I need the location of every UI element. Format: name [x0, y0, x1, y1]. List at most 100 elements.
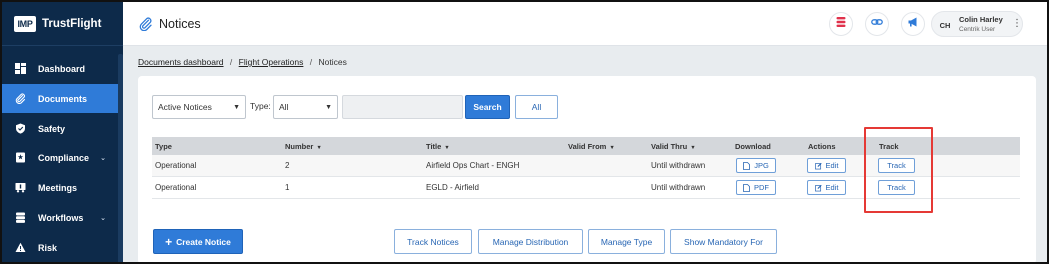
column-header-valid-thru[interactable]: Valid Thru ▼	[651, 142, 696, 151]
column-header-label: Valid From	[568, 142, 607, 151]
cell-number: 2	[285, 161, 290, 170]
search-button[interactable]: Search	[465, 95, 510, 119]
edit-icon	[814, 184, 822, 191]
download-button[interactable]: PDF	[736, 180, 776, 195]
all-button[interactable]: All	[515, 95, 558, 119]
download-button-label: JPG	[754, 161, 769, 170]
sidebar-item-label: Documents	[38, 93, 88, 104]
sidebar-item-risk[interactable]: Risk	[2, 233, 118, 262]
breadcrumb-separator: /	[309, 57, 313, 67]
sidebar-item-label: Dashboard	[38, 63, 86, 74]
sidebar-scrollbar[interactable]	[118, 54, 123, 262]
stack-icon	[835, 15, 847, 33]
compliance-icon	[15, 152, 26, 163]
breadcrumb-separator: /	[229, 57, 233, 67]
sidebar-item-workflows[interactable]: Workflows ⌄	[2, 203, 118, 232]
edit-button[interactable]: Edit	[807, 180, 846, 195]
cell-type: Operational	[155, 161, 197, 170]
sidebar-item-documents[interactable]: Documents	[2, 84, 118, 113]
caret-down-icon: ▼	[325, 104, 332, 111]
sort-icon: ▼	[690, 145, 696, 151]
stack-button[interactable]	[829, 12, 853, 36]
edit-button-label: Edit	[825, 161, 839, 170]
sidebar-item-safety[interactable]: Safety	[2, 114, 118, 143]
show-mandatory-for-button[interactable]: Show Mandatory For	[670, 229, 777, 254]
chevron-down-icon[interactable]: ⌄	[100, 154, 106, 162]
avatar: CH	[939, 20, 951, 30]
sort-icon: ▼	[609, 145, 615, 151]
breadcrumb-link-flight-operations[interactable]: Flight Operations	[239, 57, 304, 67]
column-header-label: Number	[285, 142, 314, 151]
cell-type: Operational	[155, 183, 197, 192]
edit-button-label: Edit	[825, 183, 839, 192]
type-select-value: All	[279, 102, 289, 112]
sidebar-item-meetings[interactable]: Meetings	[2, 173, 118, 202]
edit-button[interactable]: Edit	[807, 158, 846, 173]
user-role: Centrik User	[959, 26, 996, 33]
link-icon	[871, 15, 883, 33]
sidebar-item-label: Workflows	[38, 212, 84, 223]
sidebar-item-label: Safety	[38, 123, 66, 134]
column-header-actions: Actions	[808, 142, 836, 151]
paperclip-icon	[139, 17, 153, 32]
column-header-valid-from[interactable]: Valid From ▼	[568, 142, 615, 151]
chevron-down-icon[interactable]: ⌄	[100, 214, 106, 222]
sidebar: IMP TrustFlight Dashboard Documents Safe…	[2, 2, 123, 262]
create-notice-label: Create Notice	[176, 236, 231, 247]
user-menu[interactable]: CH Colin Harley Centrik User ⋮	[931, 11, 1023, 37]
link-button[interactable]	[865, 12, 889, 36]
sidebar-item-label: Meetings	[38, 182, 78, 193]
download-button[interactable]: JPG	[736, 158, 776, 173]
create-notice-button[interactable]: + Create Notice	[153, 229, 243, 254]
type-select[interactable]: All ▼	[273, 95, 338, 119]
track-column-highlight	[864, 127, 933, 213]
dashboard-icon	[15, 63, 26, 74]
breadcrumb: Documents dashboard / Flight Operations …	[138, 57, 347, 67]
announcements-button[interactable]	[901, 12, 925, 36]
caret-down-icon: ▼	[233, 104, 240, 111]
column-header-download: Download	[735, 142, 771, 151]
edit-icon	[814, 162, 822, 169]
shield-icon	[15, 123, 26, 134]
paperclip-icon	[15, 93, 26, 104]
column-header-title[interactable]: Title ▼	[426, 142, 450, 151]
manage-type-button[interactable]: Manage Type	[588, 229, 665, 254]
breadcrumb-link-documents-dashboard[interactable]: Documents dashboard	[138, 57, 224, 67]
type-label: Type:	[250, 101, 271, 111]
workflows-icon	[15, 212, 26, 223]
cell-number: 1	[285, 183, 290, 192]
search-input[interactable]	[342, 95, 463, 119]
file-icon	[743, 183, 750, 192]
brand-logo: IMP	[14, 15, 36, 32]
breadcrumb-current: Notices	[318, 57, 347, 67]
sidebar-item-dashboard[interactable]: Dashboard	[2, 54, 118, 83]
cell-valid-thru: Until withdrawn	[651, 161, 706, 170]
warning-icon	[15, 242, 26, 253]
sort-icon: ▼	[316, 145, 322, 151]
brand-name: TrustFlight	[42, 17, 102, 30]
meetings-icon	[15, 182, 26, 193]
column-header-label: Title	[426, 142, 442, 151]
file-icon	[743, 161, 751, 170]
sidebar-item-compliance[interactable]: Compliance ⌄	[2, 143, 118, 172]
column-header-number[interactable]: Number ▼	[285, 142, 322, 151]
sort-icon: ▼	[444, 145, 450, 151]
cell-title: Airfield Ops Chart - ENGH	[426, 161, 520, 170]
user-name: Colin Harley	[959, 15, 1003, 24]
page-title: Notices	[159, 17, 201, 31]
cell-valid-thru: Until withdrawn	[651, 183, 706, 192]
more-vertical-icon[interactable]: ⋮	[1012, 18, 1022, 30]
status-select-value: Active Notices	[158, 102, 212, 112]
column-header-type: Type	[155, 142, 172, 151]
track-notices-button[interactable]: Track Notices	[394, 229, 472, 254]
brand[interactable]: IMP TrustFlight	[2, 2, 123, 46]
megaphone-icon	[907, 15, 919, 33]
plus-icon: +	[165, 234, 173, 249]
app-window: IMP TrustFlight Dashboard Documents Safe…	[0, 0, 1049, 264]
sidebar-item-label: Compliance	[38, 152, 90, 163]
top-bar: Notices CH Colin Harley Centrik User ⋮	[123, 2, 1047, 46]
status-select[interactable]: Active Notices ▼	[152, 95, 246, 119]
manage-distribution-button[interactable]: Manage Distribution	[478, 229, 583, 254]
column-header-label: Valid Thru	[651, 142, 688, 151]
cell-title: EGLD - Airfield	[426, 183, 479, 192]
